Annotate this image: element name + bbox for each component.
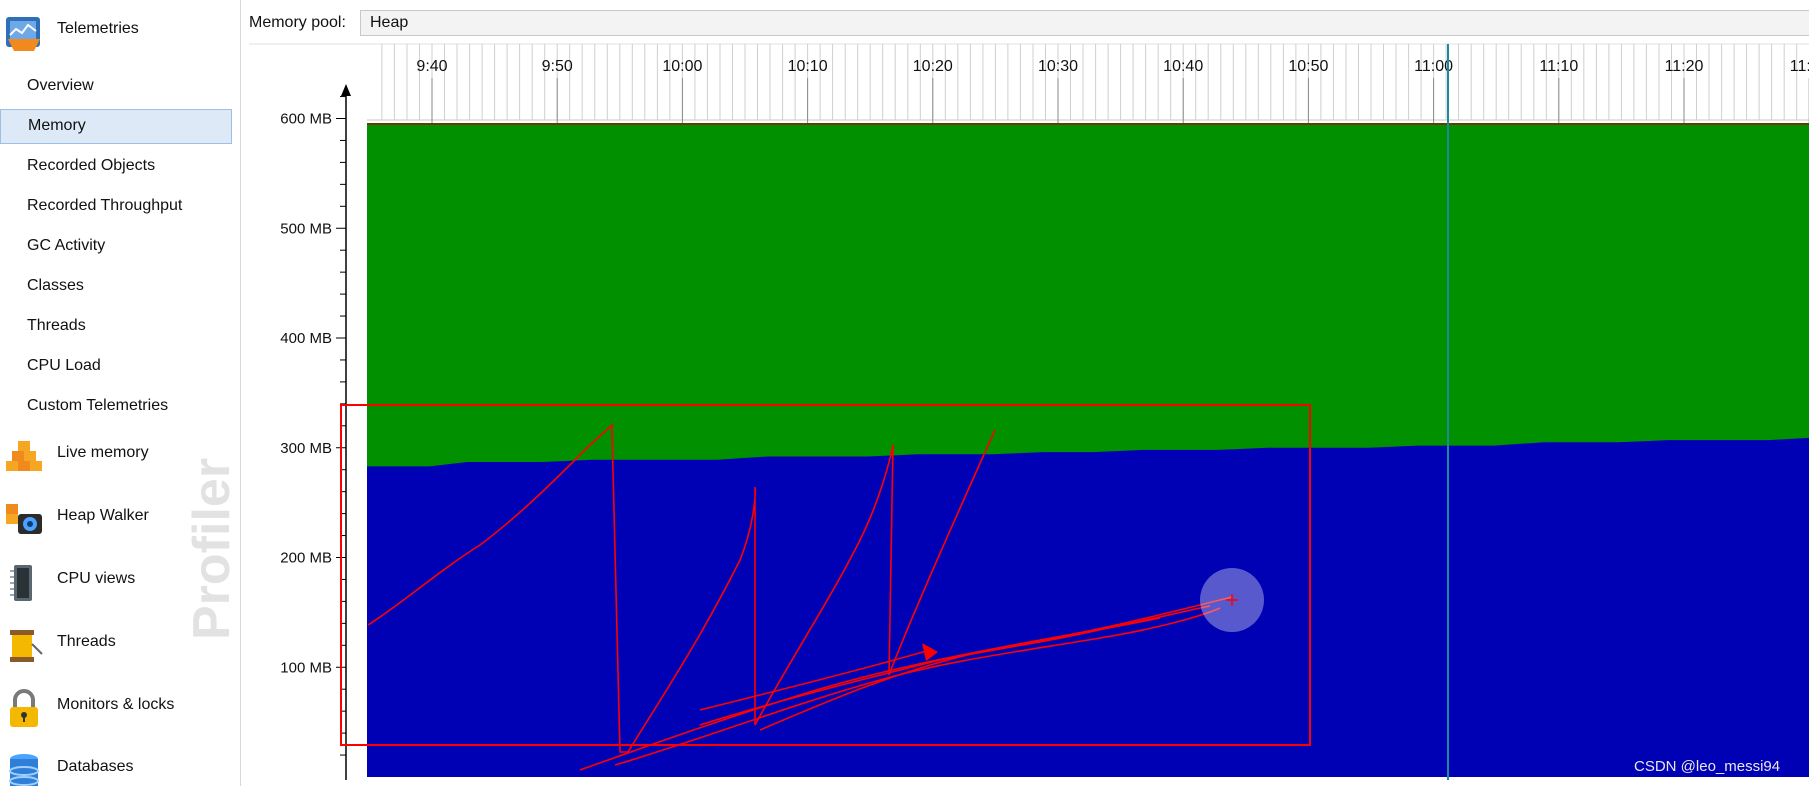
y-tick-label: 400 MB bbox=[280, 330, 332, 347]
y-tick-label: 600 MB bbox=[280, 111, 332, 128]
x-tick-label: 11:10 bbox=[1539, 58, 1578, 75]
x-tick-label: 11:20 bbox=[1665, 58, 1704, 75]
x-tick-label: 10:00 bbox=[662, 58, 702, 75]
series-area-used bbox=[367, 428, 1809, 777]
x-tick-label: 10:30 bbox=[1038, 58, 1078, 75]
x-tick-label: 9:50 bbox=[542, 58, 573, 75]
credit-text: CSDN @leo_messi94 bbox=[1634, 758, 1781, 775]
y-tick-label: 200 MB bbox=[280, 550, 332, 567]
memory-chart[interactable]: 9:40 9:50 10:00 10:10 10:20 10:30 10:40 10:50 11… bbox=[0, 0, 1809, 786]
y-axis-arrow bbox=[341, 84, 351, 96]
y-tick-label: 300 MB bbox=[280, 440, 332, 457]
y-tick-label: 100 MB bbox=[280, 659, 332, 676]
x-tick-label: 10:40 bbox=[1163, 58, 1203, 75]
x-tick-label: 9:40 bbox=[416, 58, 447, 75]
x-tick-label: 10:10 bbox=[788, 58, 828, 75]
x-tick-label: 10:20 bbox=[913, 58, 953, 75]
x-tick-label: 10:50 bbox=[1288, 58, 1328, 75]
x-tick-label: 11:30 bbox=[1790, 58, 1809, 75]
y-tick-label: 500 MB bbox=[280, 220, 332, 237]
